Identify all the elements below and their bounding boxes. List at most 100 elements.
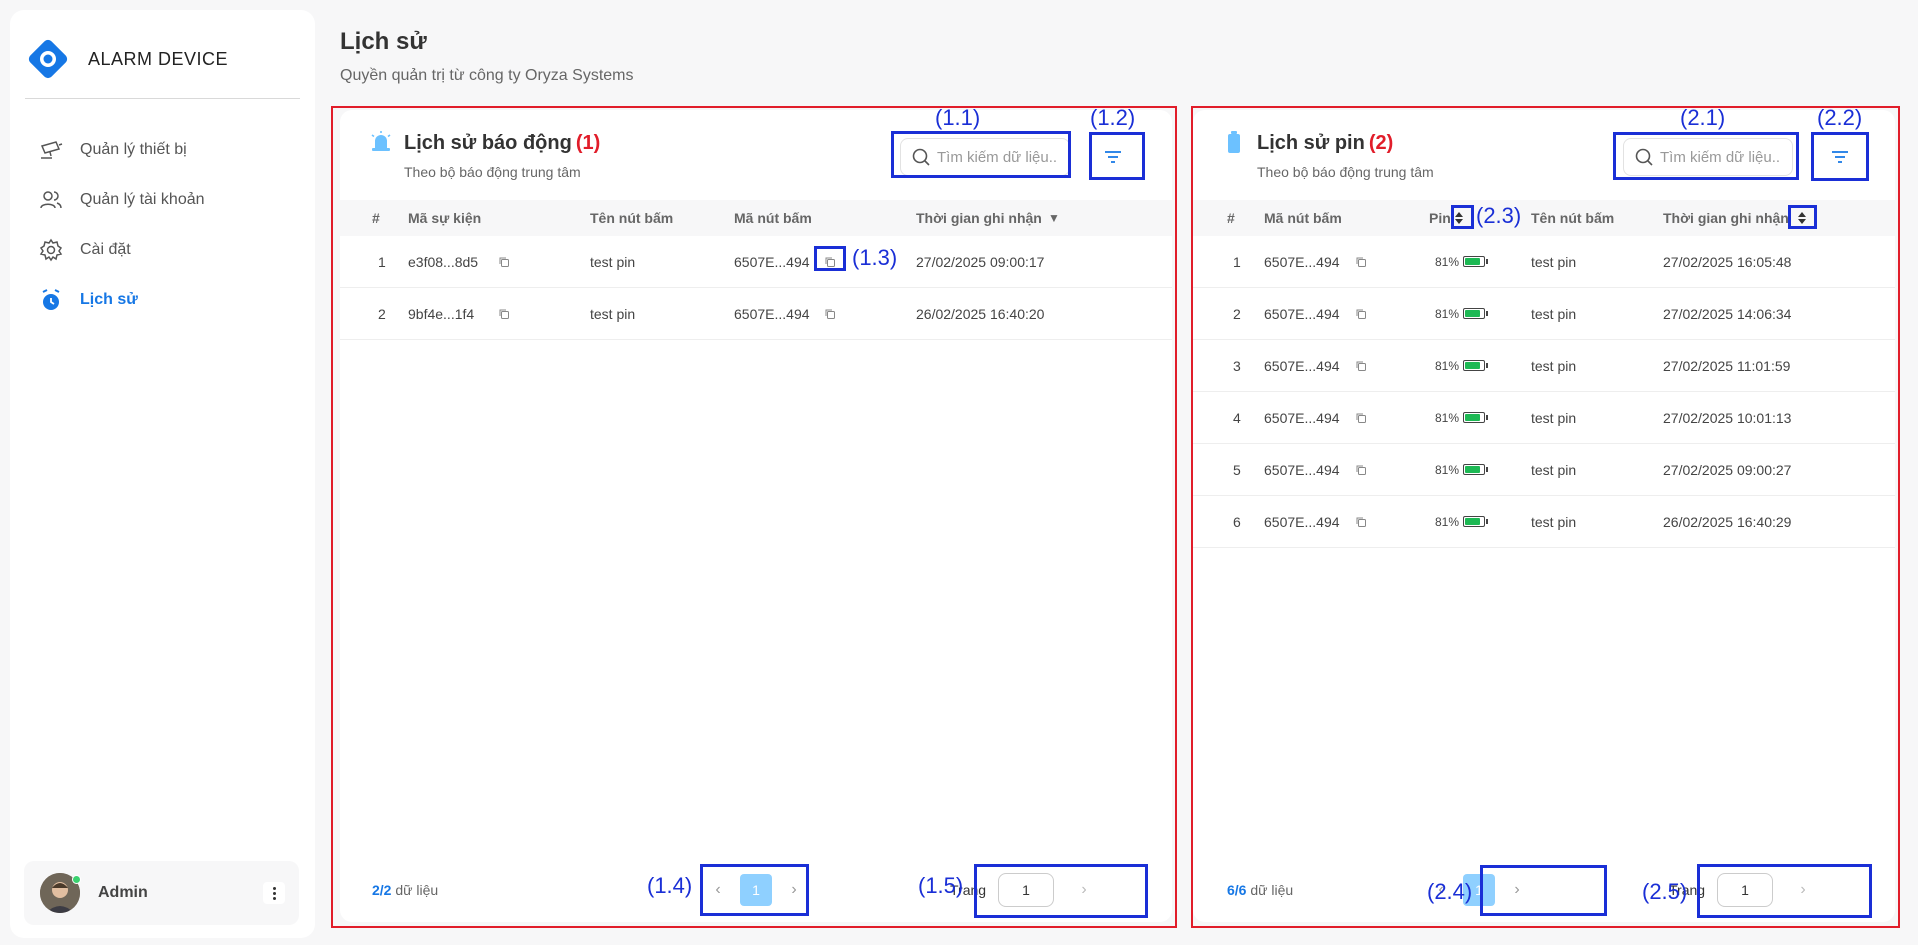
page-subtitle: Quyền quản trị từ công ty Oryza Systems bbox=[340, 67, 634, 84]
sidebar-item-accounts[interactable]: Quản lý tài khoản bbox=[38, 175, 205, 225]
copy-icon[interactable] bbox=[824, 308, 836, 320]
cell-index: 1 bbox=[378, 253, 386, 270]
annotation-label: (2.2) bbox=[1817, 105, 1863, 130]
panel-marker: (2) bbox=[1368, 132, 1394, 154]
record-count-total: /6 bbox=[1234, 882, 1247, 898]
chevron-right-icon[interactable]: › bbox=[780, 874, 808, 906]
copy-icon[interactable] bbox=[498, 256, 510, 268]
table-row[interactable]: 1 e3f08...8d5 test pin 6507E...494 27/02… bbox=[340, 236, 1172, 288]
alarm-history-panel: Lịch sử báo động (1) Theo bộ báo động tru… bbox=[340, 110, 1172, 922]
cell-time: 27/02/2025 09:00:27 bbox=[1663, 461, 1792, 478]
alarm-filter-button[interactable] bbox=[1094, 138, 1132, 176]
cell-button-id: 6507E...494 bbox=[1264, 409, 1340, 426]
col-time[interactable]: Thời gian ghi nhận bbox=[916, 210, 1042, 226]
cell-button-name: test pin bbox=[1531, 305, 1577, 322]
cell-index: 5 bbox=[1233, 461, 1241, 478]
app-logo[interactable]: ALARM DEVICE bbox=[26, 37, 228, 81]
sort-desc-icon[interactable]: ▼ bbox=[1048, 211, 1060, 225]
cell-button-name: test pin bbox=[1531, 409, 1577, 426]
col-battery[interactable]: Pin bbox=[1429, 210, 1451, 226]
copy-icon[interactable] bbox=[1355, 360, 1367, 372]
alarm-search-input[interactable] bbox=[937, 148, 1057, 166]
goto-page-input[interactable] bbox=[1717, 873, 1774, 907]
alarm-pagination: ‹ 1 › bbox=[704, 872, 808, 908]
battery-indicator: 81% bbox=[1435, 410, 1489, 425]
sort-icon[interactable] bbox=[1454, 211, 1464, 225]
filter-icon bbox=[1105, 151, 1121, 163]
table-row[interactable]: 1 6507E...494 81% test pin 27/02/2025 16:05:… bbox=[1193, 236, 1895, 288]
more-vertical-icon[interactable] bbox=[263, 882, 285, 904]
battery-percent: 81% bbox=[1435, 306, 1460, 321]
battery-indicator: 81% bbox=[1435, 463, 1489, 477]
battery-indicator: 81% bbox=[1435, 359, 1489, 373]
battery-search-box bbox=[1623, 138, 1793, 176]
cell-button-id: 6507E...494 bbox=[1264, 305, 1340, 322]
cell-time: 27/02/2025 16:05:48 bbox=[1663, 253, 1792, 270]
chevron-left-icon[interactable]: ‹ bbox=[704, 874, 732, 906]
user-profile[interactable]: Admin bbox=[24, 861, 299, 925]
copy-icon[interactable] bbox=[1355, 412, 1367, 424]
alarm-page-jump: Trang › bbox=[950, 872, 1104, 908]
sidebar-item-settings[interactable]: Cài đặt bbox=[38, 225, 205, 275]
battery-icon bbox=[1463, 464, 1486, 475]
copy-icon[interactable] bbox=[1355, 516, 1367, 528]
cell-index: 2 bbox=[378, 305, 386, 322]
cell-time: 26/02/2025 16:40:20 bbox=[916, 305, 1045, 322]
battery-search-input[interactable] bbox=[1660, 148, 1780, 166]
col-button-id: Mã nút bấm bbox=[734, 210, 812, 226]
cell-time: 26/02/2025 16:40:29 bbox=[1663, 513, 1792, 530]
battery-filter-button[interactable] bbox=[1821, 138, 1859, 176]
record-count-suffix: dữ liệu bbox=[1250, 882, 1294, 898]
copy-icon[interactable] bbox=[1355, 308, 1367, 320]
battery-icon bbox=[1463, 308, 1486, 319]
copy-icon[interactable] bbox=[1355, 464, 1367, 476]
col-button-name: Tên nút bấm bbox=[1531, 210, 1615, 226]
panel-subtitle: Theo bộ báo động trung tâm bbox=[1257, 164, 1434, 180]
copy-icon[interactable] bbox=[498, 308, 510, 320]
sidebar-item-devices[interactable]: Quản lý thiết bị bbox=[38, 125, 205, 175]
page-number-button[interactable]: 1 bbox=[740, 874, 772, 906]
table-row[interactable]: 2 9bf4e...1f4 test pin 6507E...494 26/02… bbox=[340, 288, 1172, 340]
goto-next-chevron-icon[interactable]: › bbox=[1783, 873, 1823, 907]
sort-icon[interactable] bbox=[1797, 211, 1807, 225]
battery-indicator: 81% bbox=[1435, 306, 1489, 321]
annotation-label: (1.1) bbox=[935, 105, 981, 130]
battery-percent: 81% bbox=[1435, 410, 1460, 425]
goto-page-input[interactable] bbox=[998, 873, 1055, 907]
record-count-shown: 6 bbox=[1227, 882, 1235, 898]
table-row[interactable]: 4 6507E...494 81% test pin 27/02/2025 10:01:… bbox=[1193, 392, 1895, 444]
record-count: 6/6 dữ liệu bbox=[1227, 882, 1293, 898]
user-name: Admin bbox=[98, 884, 148, 901]
cell-index: 2 bbox=[1233, 305, 1241, 322]
table-row[interactable]: 6 6507E...494 81% test pin 26/02/2025 16:40:… bbox=[1193, 496, 1895, 548]
battery-indicator: 81% bbox=[1435, 255, 1489, 269]
table-row[interactable]: 2 6507E...494 81% test pin 27/02/2025 14:06:… bbox=[1193, 288, 1895, 340]
copy-icon[interactable] bbox=[1355, 256, 1367, 268]
record-count: 2/2 dữ liệu bbox=[372, 882, 438, 898]
record-count-total: /2 bbox=[379, 882, 392, 898]
battery-percent: 81% bbox=[1435, 514, 1460, 529]
cell-button-id: 6507E...494 bbox=[734, 305, 810, 322]
history-icon bbox=[42, 289, 60, 310]
cell-time: 27/02/2025 14:06:34 bbox=[1663, 305, 1792, 322]
sidebar-item-label: Quản lý tài khoản bbox=[80, 191, 205, 208]
annotation-label: (2.1) bbox=[1680, 105, 1726, 130]
alarm-table-header: # Mã sự kiện Tên nút bấm Mã nút bấm Thời… bbox=[340, 200, 1172, 236]
siren-icon bbox=[371, 131, 391, 151]
cell-event-id: 9bf4e...1f4 bbox=[408, 305, 475, 322]
col-index: # bbox=[1227, 210, 1235, 226]
copy-icon[interactable] bbox=[824, 256, 836, 268]
cell-time: 27/02/2025 10:01:13 bbox=[1663, 409, 1792, 426]
goto-next-chevron-icon[interactable]: › bbox=[1064, 873, 1104, 907]
col-time[interactable]: Thời gian ghi nhận bbox=[1663, 210, 1789, 226]
battery-indicator: 81% bbox=[1435, 514, 1489, 529]
sidebar-item-history[interactable]: Lịch sử bbox=[38, 275, 205, 325]
table-row[interactable]: 3 6507E...494 81% test pin 27/02/2025 11:01:… bbox=[1193, 340, 1895, 392]
cell-time: 27/02/2025 11:01:59 bbox=[1663, 357, 1791, 374]
cell-button-id: 6507E...494 bbox=[1264, 461, 1340, 478]
cell-button-id: 6507E...494 bbox=[734, 253, 810, 270]
table-row[interactable]: 5 6507E...494 81% test pin 27/02/2025 09:00:… bbox=[1193, 444, 1895, 496]
chevron-right-icon[interactable]: › bbox=[1503, 874, 1531, 906]
divider bbox=[25, 98, 300, 99]
battery-table-header: # Mã nút bấm Pin Tên nút bấm Thời gian g… bbox=[1193, 200, 1895, 236]
